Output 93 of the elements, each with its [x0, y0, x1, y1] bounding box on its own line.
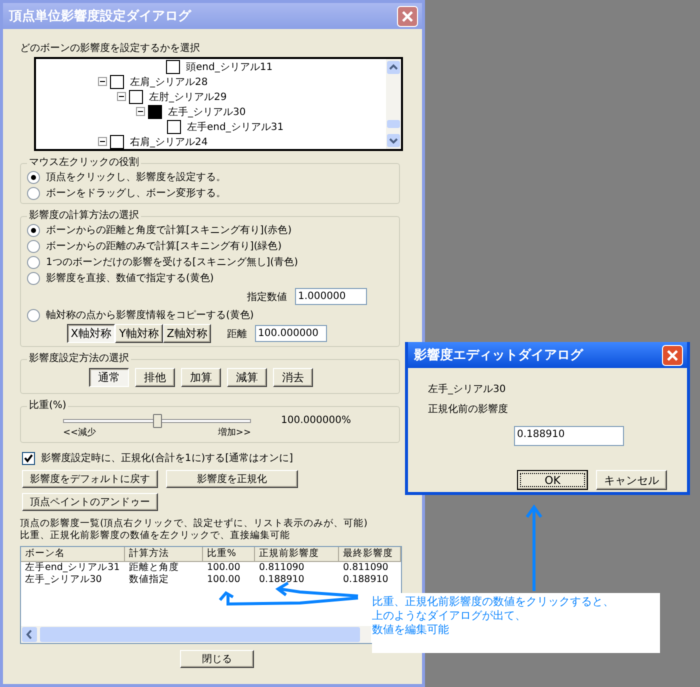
ok-button[interactable]: OK	[517, 470, 588, 490]
collapse-icon[interactable]	[98, 77, 107, 86]
annotation-text: 比重、正規化前影響度の数値をクリックすると、	[372, 595, 614, 609]
annotation-text: 数値を編集可能	[372, 623, 449, 637]
tree-checkbox[interactable]	[166, 60, 180, 74]
group-title: 比重(%)	[28, 400, 68, 412]
radio-label[interactable]: ボーンからの距離と角度で計算[スキニング有り](赤色)	[46, 223, 292, 237]
mode-button[interactable]: 減算	[227, 368, 267, 387]
column-header[interactable]: 比重%	[203, 547, 255, 562]
slider-min-label: <<減少	[63, 428, 96, 438]
reset-button[interactable]: 影響度をデフォルトに戻す	[22, 470, 158, 488]
tree-checkbox[interactable]	[148, 104, 162, 118]
collapse-icon[interactable]	[98, 137, 107, 146]
tree-item[interactable]: 左肩_シリアル28	[130, 74, 208, 88]
radio-button[interactable]	[27, 256, 40, 268]
field-label: 正規化前の影響度	[428, 402, 509, 416]
value-field[interactable]: 1.000000	[295, 288, 367, 305]
radio-button[interactable]	[27, 186, 40, 200]
radio-label[interactable]: 影響度を直接、数値で指定する(黄色)	[46, 271, 214, 285]
tree-checkbox[interactable]	[110, 74, 124, 88]
slider-reading: 100.000000%	[281, 415, 351, 426]
column-header[interactable]: 正規前影響度	[255, 547, 339, 562]
check-icon	[24, 454, 33, 462]
scroll-down-icon[interactable]	[387, 134, 400, 147]
radio-button[interactable]	[27, 170, 40, 184]
group-title: マウス左クリックの役割	[28, 157, 140, 169]
column-header[interactable]: ボーン名	[21, 547, 125, 562]
table-cell[interactable]: 0.811090	[255, 562, 339, 574]
tree-item[interactable]: 左肘_シリアル29	[149, 90, 227, 104]
distance-field[interactable]: 100.000000	[255, 325, 327, 342]
mode-button[interactable]: 消去	[273, 368, 313, 387]
table-cell[interactable]: 左手_シリアル30	[21, 574, 125, 586]
collapse-icon[interactable]	[117, 92, 126, 101]
collapse-icon[interactable]	[136, 107, 145, 116]
slider-thumb[interactable]	[153, 414, 162, 428]
scroll-up-icon[interactable]	[387, 61, 400, 74]
scroll-left-icon[interactable]	[22, 627, 37, 642]
radio-button[interactable]	[27, 308, 40, 322]
close-button[interactable]: 閉じる	[180, 650, 254, 668]
list-caption: 比重、正規化前影響度の数値を左クリックで、直接編集可能	[20, 530, 291, 542]
section-label: どのボーンの影響度を設定するかを選択	[20, 42, 201, 55]
slider-max-label: 増加>>	[218, 428, 251, 438]
tree-item[interactable]: 左手_シリアル30	[168, 104, 246, 118]
axis-button[interactable]: Y軸対称	[115, 324, 163, 343]
checkbox-label[interactable]: 影響度設定時に、正規化(合計を1に)する[通常はオンに]	[41, 451, 293, 465]
table-cell[interactable]: 0.188910	[255, 574, 339, 586]
axis-button[interactable]: Z軸対称	[163, 324, 211, 343]
radio-button[interactable]	[27, 240, 40, 252]
table-cell[interactable]: 100.00	[203, 562, 255, 574]
radio-button[interactable]	[27, 272, 40, 284]
table-cell[interactable]: 左手end_シリアル31	[21, 562, 125, 574]
tree-checkbox[interactable]	[110, 134, 124, 148]
value-field[interactable]: 0.188910	[514, 426, 624, 446]
undo-button[interactable]: 頂点ペイントのアンドゥー	[22, 493, 158, 511]
checkbox[interactable]	[22, 452, 35, 464]
bone-name: 左手_シリアル30	[428, 382, 507, 396]
mode-button[interactable]: 通常	[89, 368, 129, 387]
tree-checkbox[interactable]	[167, 120, 181, 134]
normalize-button[interactable]: 影響度を正規化	[166, 470, 298, 488]
window-title: 影響度エディットダイアログ	[414, 346, 583, 364]
table-cell[interactable]: 0.188910	[339, 574, 401, 586]
column-header[interactable]: 計算方法	[125, 547, 203, 562]
table-cell[interactable]: 数値指定	[125, 574, 203, 586]
scroll-thumb[interactable]	[40, 627, 360, 642]
table-cell[interactable]: 距離と角度	[125, 562, 203, 574]
vertical-scrollbar[interactable]	[386, 59, 401, 149]
field-label: 指定数値	[247, 290, 287, 304]
column-header[interactable]: 最終影響度	[339, 547, 401, 562]
cancel-button[interactable]: キャンセル	[596, 470, 667, 490]
tree-item[interactable]: 頭end_シリアル11	[186, 60, 273, 74]
mode-button[interactable]: 排他	[135, 368, 175, 387]
mode-button[interactable]: 加算	[181, 368, 221, 387]
radio-label[interactable]: 頂点をクリックし、影響度を設定する。	[46, 170, 226, 184]
tree-item[interactable]: 右肩_シリアル24	[130, 134, 208, 148]
radio-label[interactable]: 1つのボーンだけの影響を受ける[スキニング無し](青色)	[46, 255, 298, 269]
horizontal-scrollbar[interactable]	[21, 626, 371, 643]
list-caption: 頂点の影響度一覧(頂点右クリックで、設定せずに、リスト表示のみが、可能)	[20, 518, 368, 530]
radio-button[interactable]	[27, 224, 40, 236]
scroll-thumb[interactable]	[387, 120, 400, 128]
radio-label[interactable]: 軸対称の点から影響度情報をコピーする(黄色)	[46, 308, 254, 322]
axis-button[interactable]: X軸対称	[67, 324, 115, 343]
radio-label[interactable]: ボーンからの距離のみで計算[スキニング有り](緑色)	[46, 239, 282, 253]
field-label: 距離	[227, 328, 247, 340]
close-icon[interactable]	[662, 344, 683, 366]
table-cell[interactable]: 0.811090	[339, 562, 401, 574]
table-cell[interactable]: 100.00	[203, 574, 255, 586]
group-title: 影響度の計算方法の選択	[28, 210, 140, 222]
window-title: 頂点単位影響度設定ダイアログ	[9, 8, 191, 25]
radio-label[interactable]: ボーンをドラッグし、ボーン変形する。	[46, 186, 226, 200]
annotation-text: 上のようなダイアログが出て、	[372, 609, 526, 623]
tree-checkbox[interactable]	[129, 90, 143, 104]
group-title: 影響度設定方法の選択	[28, 353, 130, 365]
tree-item[interactable]: 左手end_シリアル31	[187, 120, 284, 134]
